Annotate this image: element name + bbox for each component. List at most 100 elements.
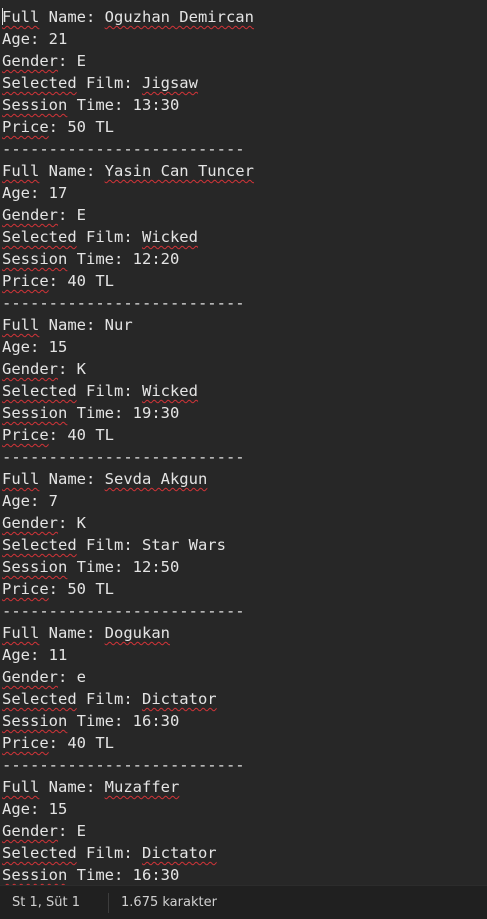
field-key: Session	[2, 96, 68, 114]
field-value: 21	[48, 30, 68, 48]
field-key: Full	[2, 316, 40, 334]
field-key: Selected	[2, 536, 77, 554]
field-separator: Time:	[67, 866, 133, 884]
field-key: Price	[2, 272, 49, 290]
field-value: E	[76, 822, 87, 840]
field-separator: Time:	[67, 250, 133, 268]
field-value: E	[76, 206, 87, 224]
field-value: Star Wars	[141, 536, 226, 554]
field-separator: :	[30, 184, 49, 202]
record-divider: --------------------------	[2, 138, 487, 160]
text-line: Age: 21	[2, 28, 487, 50]
field-value: 11	[48, 646, 68, 664]
field-value: 50 TL	[67, 118, 115, 136]
text-line: Price: 50 TL	[2, 578, 487, 600]
field-key: Gender	[2, 360, 58, 378]
field-key: Session	[2, 712, 68, 730]
text-editor[interactable]: Full Name: Oguzhan Demircan Age: 21 Gender…	[0, 6, 487, 885]
divider-text: --------------------------	[2, 448, 245, 466]
text-line: Age: 17	[2, 182, 487, 204]
field-key: Selected	[2, 690, 77, 708]
field-value: 15	[48, 800, 68, 818]
text-line: Session Time: 16:30	[2, 710, 487, 732]
field-key: Full	[2, 8, 40, 26]
field-separator: Name:	[39, 8, 105, 26]
field-separator: :	[58, 360, 77, 378]
field-separator: Name:	[39, 162, 105, 180]
field-value: 40 TL	[67, 426, 115, 444]
field-separator: :	[58, 668, 77, 686]
field-separator: :	[30, 492, 49, 510]
text-line: Full Name: Yasin Can Tuncer	[2, 160, 487, 182]
text-line: Session Time: 13:30	[2, 94, 487, 116]
field-key: Gender	[2, 206, 58, 224]
text-line: Age: 15	[2, 336, 487, 358]
text-line: Age: 7	[2, 490, 487, 512]
text-line: Session Time: 19:30	[2, 402, 487, 424]
divider-text: --------------------------	[2, 756, 245, 774]
field-value: Wicked	[141, 382, 198, 400]
cursor-position[interactable]: St 1, Süt 1	[0, 886, 92, 919]
field-value: 15	[48, 338, 68, 356]
field-separator: Name:	[39, 624, 105, 642]
divider-text: --------------------------	[2, 140, 245, 158]
field-key: Session	[2, 404, 68, 422]
field-separator: :	[48, 118, 68, 136]
field-separator: Film:	[76, 382, 142, 400]
text-line: Full Name: Sevda Akgun	[2, 468, 487, 490]
field-key: Age	[2, 646, 30, 664]
field-value: 12:50	[132, 558, 180, 576]
field-value: Oguzhan Demircan	[104, 8, 254, 26]
field-key: Selected	[2, 228, 77, 246]
field-key: Age	[2, 338, 30, 356]
field-value: Yasin Can Tuncer	[104, 162, 254, 180]
text-line: Session Time: 12:20	[2, 248, 487, 270]
field-value: 7	[48, 492, 59, 510]
text-line: Age: 11	[2, 644, 487, 666]
record-divider: --------------------------	[2, 292, 487, 314]
field-key: Gender	[2, 668, 58, 686]
field-value: 50 TL	[67, 580, 115, 598]
text-line: Session Time: 16:30	[2, 864, 487, 885]
text-line: Age: 15	[2, 798, 487, 820]
field-value: 12:20	[132, 250, 180, 268]
field-value: K	[76, 514, 87, 532]
character-count[interactable]: 1.675 karakter	[109, 886, 229, 919]
field-separator: Time:	[67, 558, 133, 576]
field-value: e	[76, 668, 87, 686]
text-line: Gender: E	[2, 204, 487, 226]
field-value: 40 TL	[67, 734, 115, 752]
field-separator: :	[30, 338, 49, 356]
field-key: Price	[2, 426, 49, 444]
text-line: Gender: e	[2, 666, 487, 688]
text-line: Price: 40 TL	[2, 424, 487, 446]
field-key: Gender	[2, 52, 58, 70]
field-value: 19:30	[132, 404, 180, 422]
text-line: Selected Film: Dictator	[2, 842, 487, 864]
field-separator: :	[58, 822, 77, 840]
text-line: Full Name: Dogukan	[2, 622, 487, 644]
field-key: Price	[2, 734, 49, 752]
field-separator: Film:	[76, 74, 142, 92]
field-separator: Name:	[39, 470, 105, 488]
text-line: Selected Film: Jigsaw	[2, 72, 487, 94]
field-key: Full	[2, 624, 40, 642]
field-value: 16:30	[132, 712, 180, 730]
record-divider: --------------------------	[2, 600, 487, 622]
divider-text: --------------------------	[2, 294, 245, 312]
field-value: 17	[48, 184, 68, 202]
field-separator: Time:	[67, 404, 133, 422]
field-separator: Time:	[67, 96, 133, 114]
field-value: 16:30	[132, 866, 180, 884]
field-key: Age	[2, 30, 30, 48]
field-value: Muzaffer	[104, 778, 180, 796]
field-key: Price	[2, 118, 49, 136]
field-key: Session	[2, 250, 68, 268]
text-line: Selected Film: Dictator	[2, 688, 487, 710]
field-key: Full	[2, 470, 40, 488]
field-value: 40 TL	[67, 272, 115, 290]
field-key: Selected	[2, 382, 77, 400]
field-key: Selected	[2, 844, 77, 862]
field-separator: Film:	[76, 228, 142, 246]
field-value: E	[76, 52, 87, 70]
